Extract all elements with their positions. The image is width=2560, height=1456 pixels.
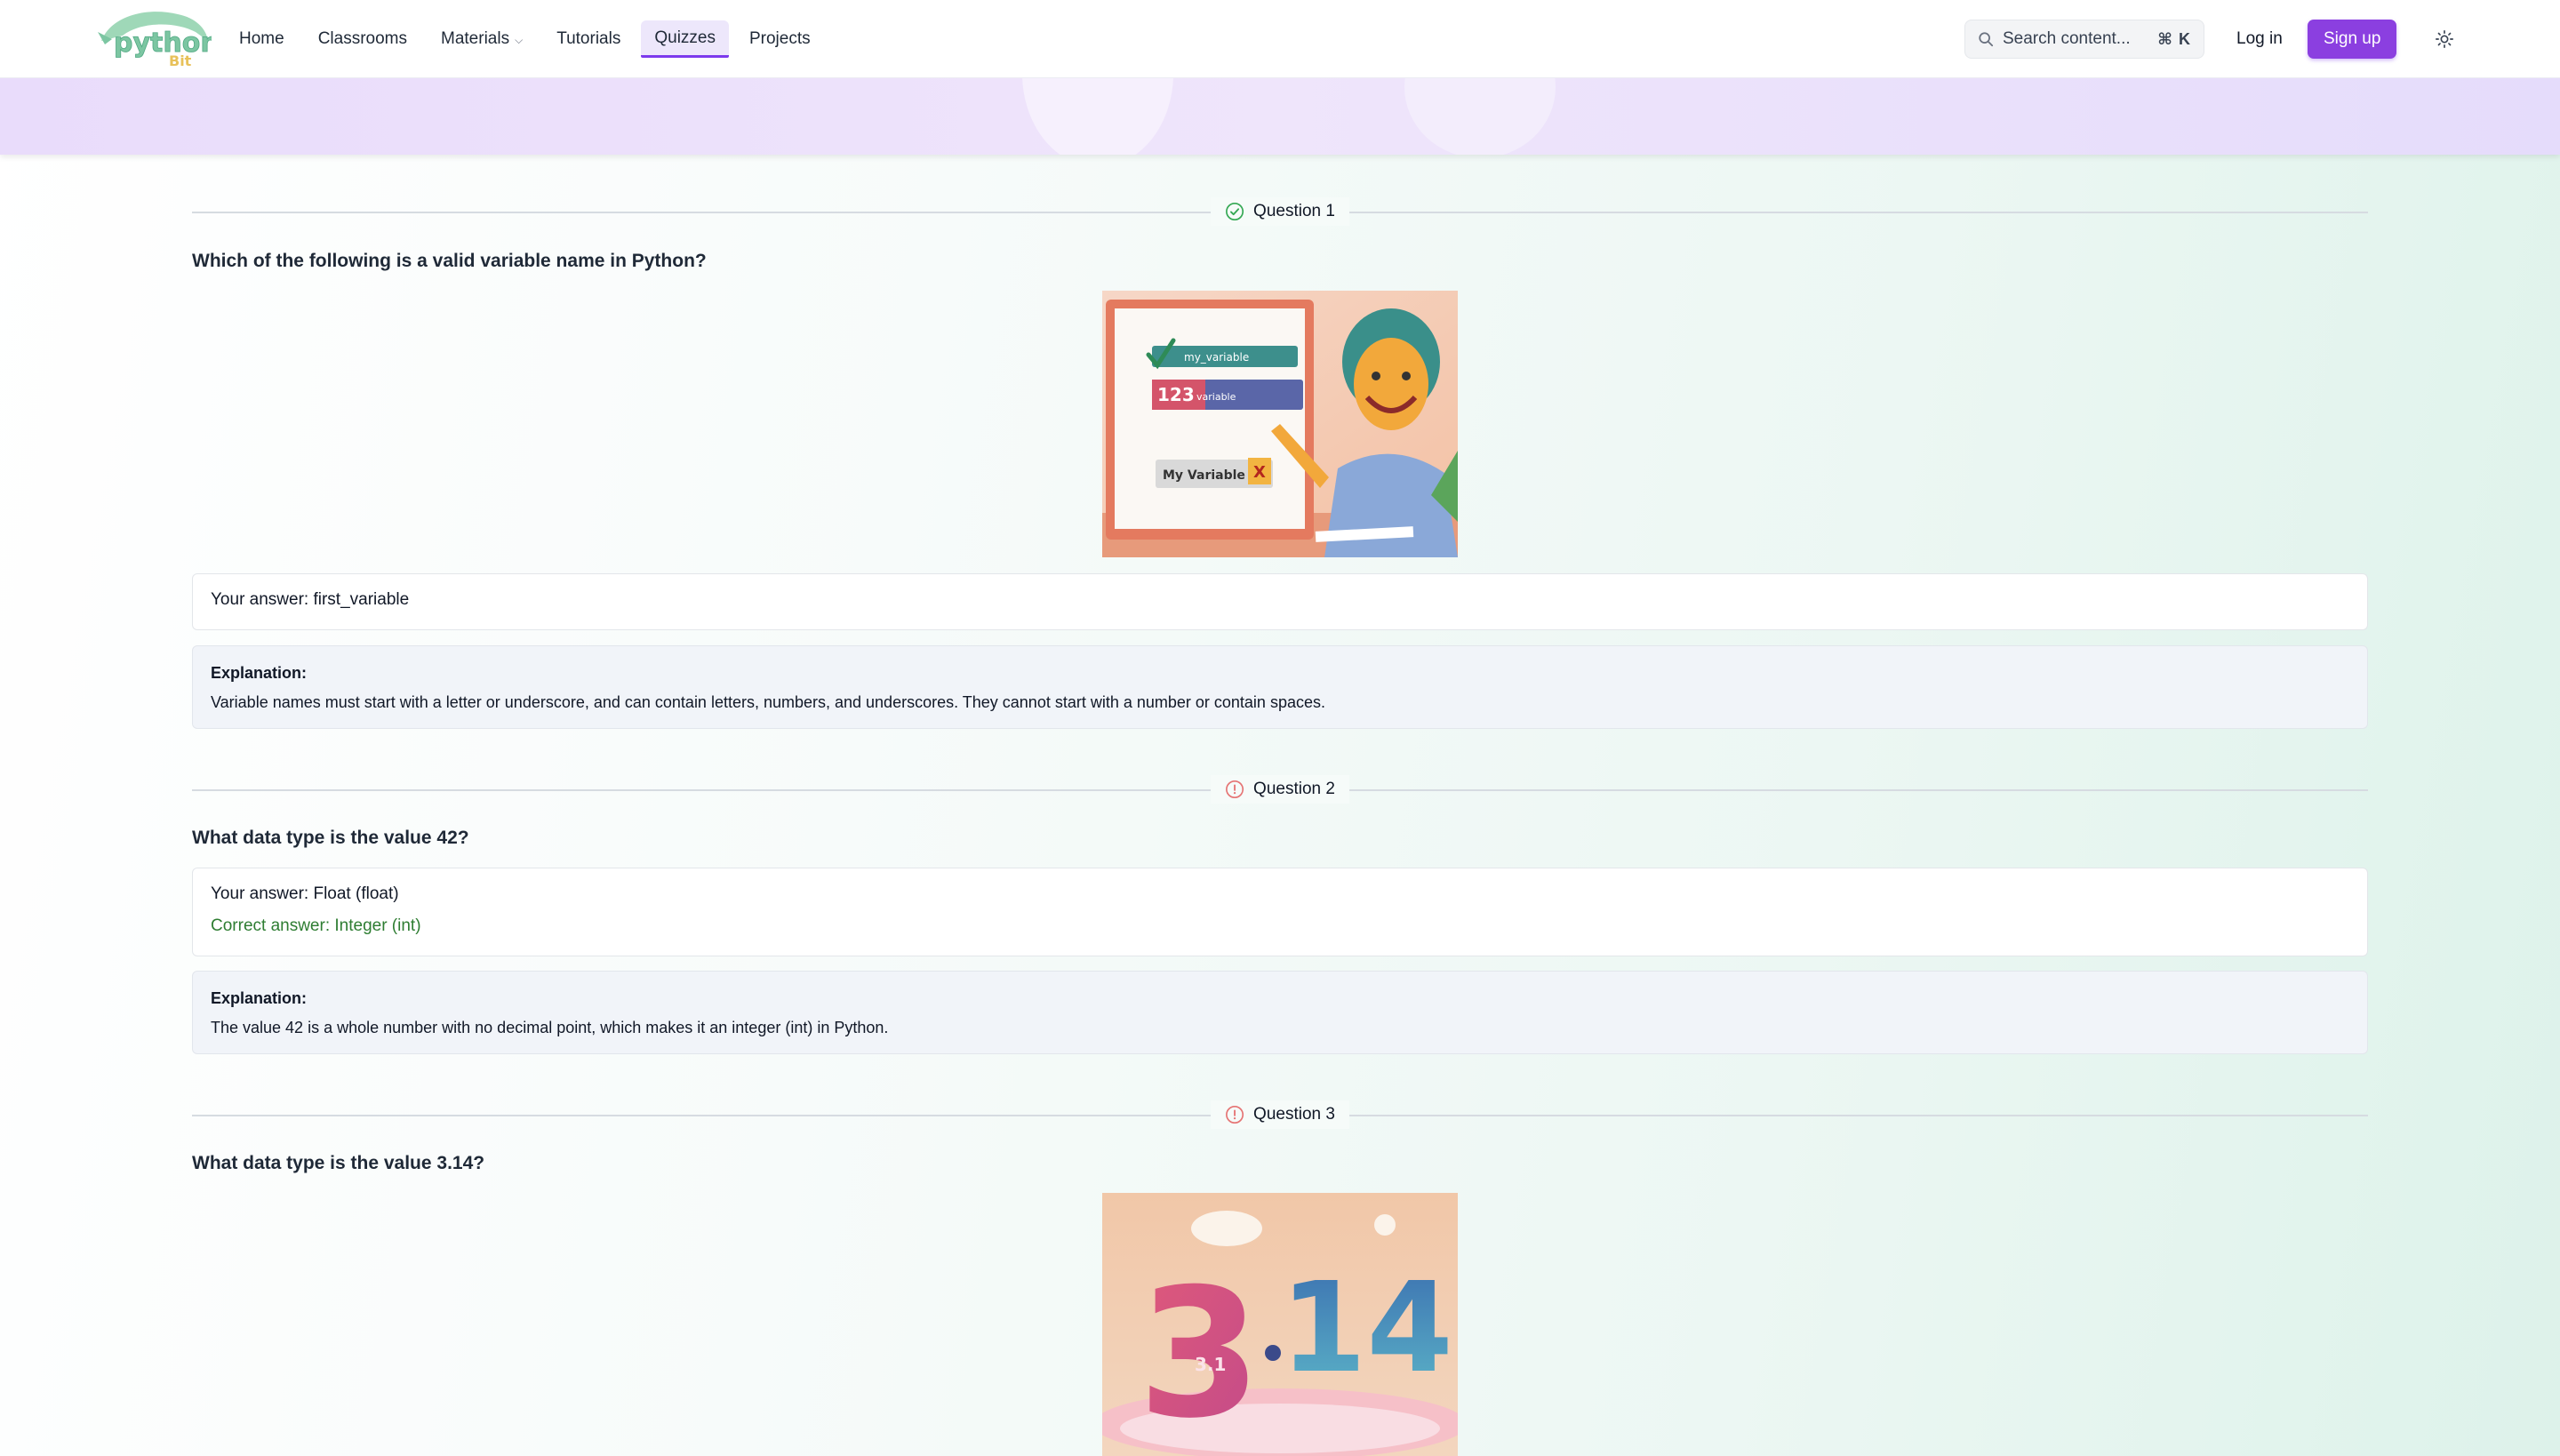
svg-text:123: 123 [1157, 384, 1195, 405]
alert-circle-icon [1226, 780, 1244, 798]
theme-toggle-button[interactable] [2430, 25, 2459, 53]
question-header: Question 2 [1211, 775, 1349, 804]
svg-text:Bit: Bit [169, 52, 192, 69]
nav-link-tutorials[interactable]: Tutorials [543, 20, 634, 58]
nav-link-label: Classrooms [317, 29, 407, 48]
svg-text:X: X [1253, 463, 1266, 482]
nav-link-home[interactable]: Home [226, 20, 298, 58]
question-divider: Question 3 [192, 1100, 2368, 1129]
question-divider: Question 2 [192, 775, 2368, 804]
variable-names-illustration: my_variable 123 variable My Variable X [1102, 291, 1458, 557]
svg-text:variable: variable [1196, 391, 1236, 403]
your-answer-box: Your answer: first_variable [192, 573, 2368, 630]
explanation-title: Explanation: [211, 664, 308, 682]
question-label: Question 1 [1253, 202, 1335, 220]
nav-link-label: Quizzes [654, 28, 716, 47]
chevron-down-icon: ⌵ [515, 33, 524, 46]
python-bit-logo[interactable]: python Bit [96, 5, 220, 71]
main-nav-links: Home Classrooms Materials ⌵ Tutorials Qu… [226, 20, 824, 58]
nav-link-label: Projects [748, 29, 811, 48]
check-circle-icon [1226, 203, 1244, 220]
nav-link-materials[interactable]: Materials ⌵ [428, 20, 536, 58]
search-shortcut: ⌘ K [2157, 29, 2191, 48]
question-illustration: my_variable 123 variable My Variable X [1102, 291, 1458, 557]
question-label: Question 3 [1253, 1105, 1335, 1124]
question-label: Question 2 [1253, 780, 1335, 798]
svg-text:My Variable: My Variable [1163, 468, 1245, 483]
question-text: What data type is the value 3.14? [192, 1153, 485, 1173]
login-button[interactable]: Log in [2226, 20, 2293, 59]
your-answer-text: Your answer: first_variable [211, 590, 410, 609]
logo-graphic: python Bit [98, 12, 220, 69]
svg-text:my_variable: my_variable [1184, 351, 1249, 364]
sun-icon [2436, 30, 2453, 48]
your-answer-text: Your answer: Float (float) [211, 884, 399, 903]
svg-text:14: 14 [1280, 1256, 1453, 1401]
pi-number-illustration: 3 14 3.1 [1102, 1193, 1458, 1456]
nav-link-projects[interactable]: Projects [736, 20, 824, 58]
search-icon [1979, 32, 1994, 47]
explanation-box: Explanation: The value 42 is a whole num… [192, 971, 2368, 1054]
explanation-box: Explanation: Variable names must start w… [192, 645, 2368, 729]
svg-text:python: python [114, 28, 212, 59]
explanation-text: The value 42 is a whole number with no d… [211, 1019, 889, 1036]
search-input[interactable]: Search content... ⌘ K [1964, 20, 2204, 59]
nav-link-classrooms[interactable]: Classrooms [305, 20, 420, 58]
question-header: Question 1 [1211, 197, 1349, 226]
your-answer-box: Your answer: Float (float) Correct answe… [192, 868, 2368, 956]
nav-link-label: Tutorials [556, 29, 621, 48]
signup-button[interactable]: Sign up [2308, 20, 2397, 59]
nav-link-label: Materials [441, 29, 510, 48]
explanation-text: Variable names must start with a letter … [211, 693, 1325, 711]
question-text: What data type is the value 42? [192, 828, 469, 848]
question-divider: Question 1 [192, 197, 2368, 226]
search-placeholder: Search content... [2003, 29, 2131, 48]
decorative-blob [1022, 78, 1173, 155]
alert-circle-icon [1226, 1106, 1244, 1124]
question-header: Question 3 [1211, 1100, 1349, 1129]
hero-banner [0, 78, 2560, 155]
correct-answer-text: Correct answer: Integer (int) [211, 916, 421, 935]
question-text: Which of the following is a valid variab… [192, 251, 707, 271]
explanation-title: Explanation: [211, 989, 308, 1007]
nav-link-quizzes[interactable]: Quizzes [641, 20, 729, 58]
nav-link-label: Home [239, 29, 284, 48]
svg-text:3.1: 3.1 [1195, 1354, 1226, 1375]
question-illustration: 3 14 3.1 [1102, 1193, 1458, 1456]
top-navbar: python Bit Home Classrooms Materials ⌵ T… [0, 0, 2560, 78]
decorative-blob [1404, 78, 1556, 155]
